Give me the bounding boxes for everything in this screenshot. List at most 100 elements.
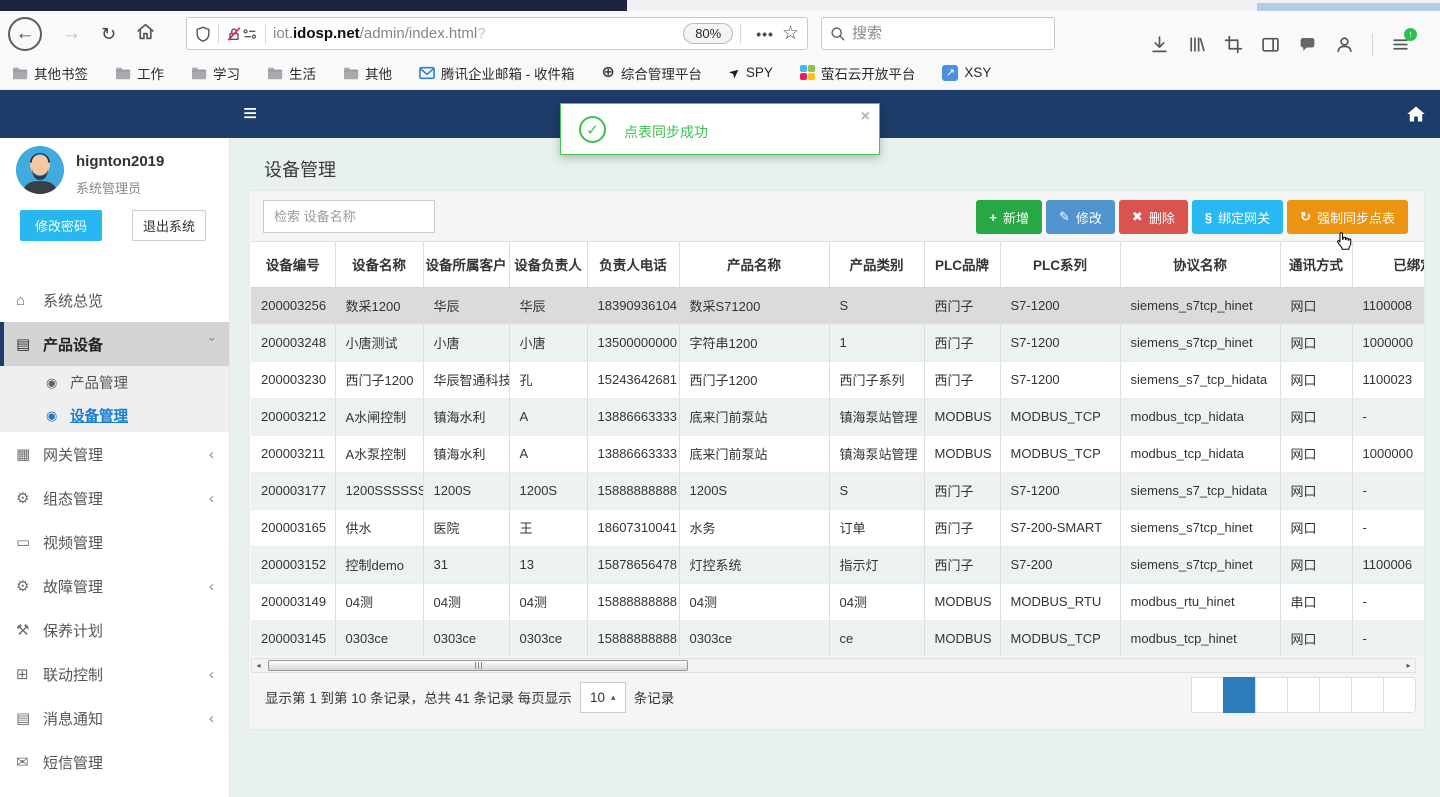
url-bar[interactable]: iot.idosp.net/admin/index.html? 80% ••• …	[186, 17, 808, 50]
browser-search-input[interactable]	[852, 25, 1022, 42]
url-text: iot.idosp.net/admin/index.html?	[273, 25, 486, 42]
bookmark-item[interactable]: 腾讯企业邮箱 - 收件箱	[419, 63, 575, 83]
table-cell: 华辰	[423, 287, 510, 325]
sidebar-item-video[interactable]: ▭ 视频管理	[0, 520, 229, 564]
insecure-lock-icon[interactable]	[226, 26, 242, 42]
titlebar-blue-segment	[1257, 3, 1440, 11]
library-icon[interactable]	[1187, 35, 1206, 54]
table-cell: modbus_tcp_hidata	[1120, 398, 1281, 436]
sidebar-item-overview[interactable]: ⌂ 系统总览	[0, 278, 229, 322]
messages-icon[interactable]	[1298, 35, 1317, 54]
column-header: 产品名称	[679, 242, 830, 288]
sidebar-item-linkage[interactable]: ⊞ 联动控制 ‹	[0, 652, 229, 696]
globe-icon: ⊕	[601, 63, 615, 81]
bookmark-label: 其他书签	[34, 66, 88, 82]
bind-gateway-button[interactable]: § 绑定网关	[1191, 200, 1284, 234]
sidebar-item-gateway[interactable]: ▦ 网关管理 ‹	[0, 432, 229, 476]
download-icon[interactable]	[1150, 35, 1169, 54]
reload-button[interactable]: ↻	[101, 25, 116, 43]
page-next[interactable]	[1383, 677, 1416, 713]
scroll-left-icon[interactable]: ◂	[252, 659, 265, 672]
zoom-level-badge[interactable]: 80%	[683, 23, 734, 44]
sidebar-item-fault[interactable]: ⚙ 故障管理 ‹	[0, 564, 229, 608]
page-5[interactable]	[1351, 677, 1384, 713]
sidebar-item-device-mgmt[interactable]: ◉ 设备管理	[0, 399, 229, 432]
table-cell: S7-1200	[1000, 361, 1121, 399]
sidebar-item-sms[interactable]: ✉ 短信管理	[0, 740, 229, 784]
bookmark-item[interactable]: 工作	[115, 63, 164, 83]
table-row[interactable]: 200003149 04测 04测 04测 15888888888 04测 04测 MODBU…	[251, 583, 1424, 621]
device-search-input[interactable]	[263, 200, 435, 233]
table-row[interactable]: 200003256 数采1200 华辰 华辰 18390936104 数采S71200 S 西…	[251, 287, 1424, 325]
page-1[interactable]	[1223, 677, 1256, 713]
table-cell: 西门子	[924, 472, 1001, 510]
table-row[interactable]: 200003248 小唐测试 小唐 小唐 13500000000 字符串1200 1 西门子 S…	[251, 324, 1424, 362]
horizontal-scrollbar[interactable]: ◂ ▸	[251, 658, 1416, 673]
browser-search-bar[interactable]	[821, 17, 1055, 50]
table-cell: 西门子	[924, 546, 1001, 584]
table-row[interactable]: 200003230 西门子1200 华辰智通科技孔 15243642681 西门子120…	[251, 361, 1424, 399]
page-actions-icon[interactable]: •••	[756, 26, 774, 42]
table-cell: 200003248	[251, 324, 336, 362]
app-home-icon[interactable]	[1406, 104, 1426, 124]
sidebar-item-product-mgmt[interactable]: ◉ 产品管理	[0, 366, 229, 399]
column-header: 设备所属客户	[423, 242, 510, 288]
bookmark-item[interactable]: ↗ XSY	[942, 64, 991, 81]
bookmark-label: 生活	[289, 66, 316, 82]
change-password-button[interactable]: 修改密码	[20, 210, 102, 241]
sidebar-item-partial[interactable]: ▥ 敏感词管理	[0, 784, 229, 797]
table-cell: 镇海水利	[423, 435, 510, 473]
scroll-right-icon[interactable]: ▸	[1402, 659, 1415, 672]
table-row[interactable]: 200003211 A水泵控制 镇海水利 A 13886663333 底来门前泵站 镇海泵站…	[251, 435, 1424, 473]
per-page-select[interactable]: 10 ▴	[579, 681, 626, 713]
bookmarks-bar: 其他书签 工作 学习 生活 其他 腾讯企业邮箱 - 收件箱 ⊕ 综合管理平台 ➤ SPY 萤石云开放…	[0, 56, 1440, 90]
back-button[interactable]: ←	[8, 16, 42, 51]
bookmark-item[interactable]: 其他书签	[12, 63, 88, 83]
table-row[interactable]: 200003212 A水闸控制 镇海水利 A 13886663333 底来门前泵站 镇海泵站…	[251, 398, 1424, 436]
titlebar-dark-segment	[0, 0, 627, 11]
bookmark-item[interactable]: 其他	[343, 63, 392, 83]
sidebar-item-maintenance[interactable]: ⚒ 保养计划	[0, 608, 229, 652]
scrollbar-thumb[interactable]	[268, 660, 688, 671]
bookmark-item[interactable]: 生活	[267, 63, 316, 83]
table-row[interactable]: 200003152 控制demo 31 13 15878656478 灯控系统 指示灯 西门子…	[251, 546, 1424, 584]
bookmark-item[interactable]: ➤ SPY	[725, 63, 773, 82]
page-prev[interactable]	[1191, 677, 1224, 713]
bookmark-star-icon[interactable]: ☆	[782, 22, 799, 45]
home-button[interactable]	[136, 22, 155, 45]
window-titlebar	[0, 0, 1440, 11]
chevron-icon: ‹	[209, 577, 214, 595]
page-4[interactable]	[1319, 677, 1352, 713]
divider	[265, 23, 266, 44]
bookmark-item[interactable]: 学习	[191, 63, 240, 83]
table-cell: 灯控系统	[679, 546, 830, 584]
permissions-icon[interactable]	[242, 26, 258, 42]
delete-button[interactable]: ✖ 删除	[1118, 200, 1188, 234]
circle-dot-icon: ◉	[46, 407, 58, 423]
add-button[interactable]: + 新增	[976, 200, 1042, 234]
forward-button[interactable]: →	[62, 24, 81, 43]
wrench-icon: ⚒	[16, 622, 30, 639]
sidebar-item-message[interactable]: ▤ 消息通知 ‹	[0, 696, 229, 740]
toast-close-icon[interactable]: ×	[861, 108, 870, 126]
table-cell: S7-1200	[1000, 287, 1121, 325]
app-menu-button[interactable]: ↑	[1391, 28, 1417, 54]
sidebar-icon[interactable]	[1261, 35, 1280, 54]
account-icon[interactable]	[1335, 35, 1354, 54]
table-row[interactable]: 200003145 0303ce 0303ce 0303ce 15888888888 03…	[251, 620, 1424, 656]
bookmark-item[interactable]: 萤石云开放平台	[799, 63, 915, 83]
logout-button[interactable]: 退出系统	[132, 210, 206, 241]
table-cell: 小唐	[509, 324, 588, 362]
page-2[interactable]	[1255, 677, 1288, 713]
sidebar-toggle-icon[interactable]: ≡	[243, 100, 257, 128]
sidebar-item-product-device[interactable]: ▤ 产品设备 ˇ	[0, 322, 229, 366]
edit-button[interactable]: ✎ 修改	[1045, 200, 1115, 234]
screenshot-icon[interactable]	[1224, 35, 1243, 54]
page-3[interactable]	[1287, 677, 1320, 713]
bookmark-label: SPY	[745, 65, 773, 80]
table-row[interactable]: 200003165 供水 医院王 18607310041 水务 订单 西门子 S7-200-S…	[251, 509, 1424, 547]
table-row[interactable]: 200003177 1200SSSSSS 1200S 1200S 15888888888…	[251, 472, 1424, 510]
sidebar-item-scada[interactable]: ⚙ 组态管理 ‹	[0, 476, 229, 520]
bookmark-item[interactable]: ⊕ 综合管理平台	[602, 63, 702, 83]
dart-icon: ➤	[725, 63, 744, 82]
